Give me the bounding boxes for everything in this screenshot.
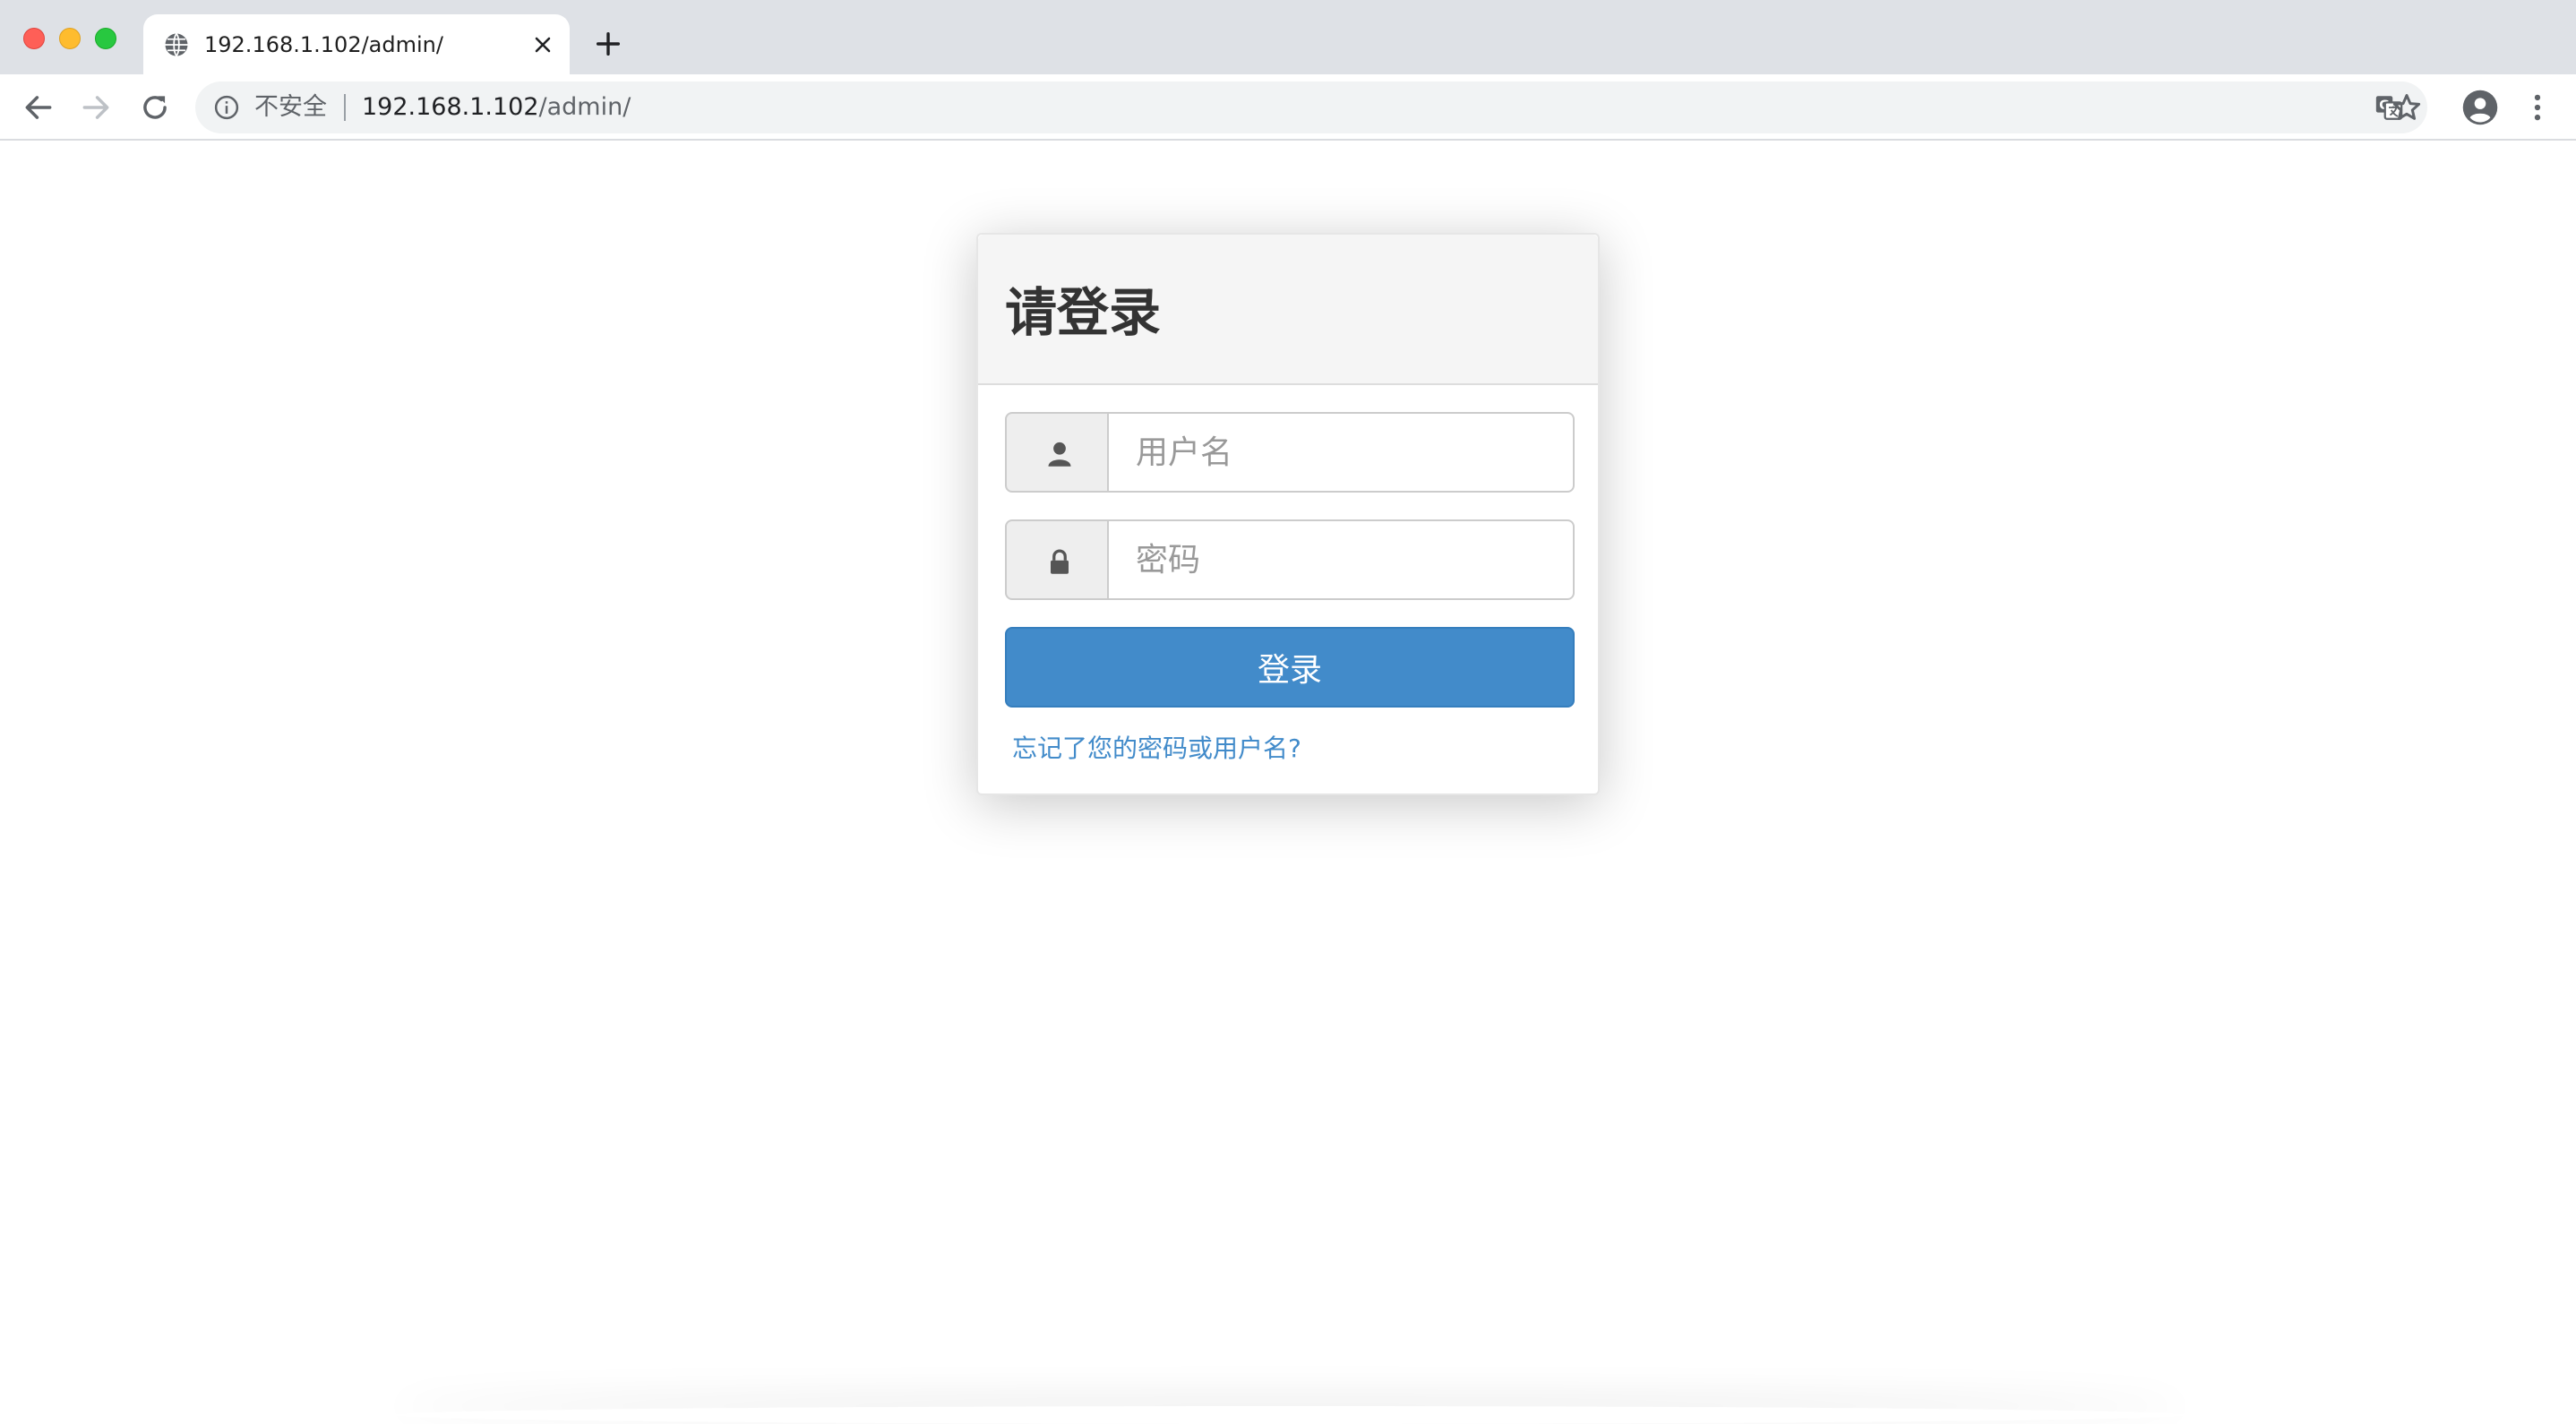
bookmark-star-icon[interactable]: [2390, 90, 2424, 124]
info-icon[interactable]: [213, 94, 240, 121]
panel-heading: 请登录: [978, 235, 1598, 385]
password-addon: [1005, 519, 1109, 600]
more-menu-icon[interactable]: [2524, 90, 2551, 124]
url-text[interactable]: 192.168.1.102/admin/: [362, 92, 631, 123]
user-icon: [1048, 442, 1071, 467]
browser-tab[interactable]: 192.168.1.102/admin/: [143, 14, 570, 74]
close-window-button[interactable]: [23, 28, 45, 49]
globe-icon: [165, 32, 188, 57]
password-input-group: [1005, 519, 1575, 600]
maximize-window-button[interactable]: [95, 28, 116, 49]
minimize-window-button[interactable]: [59, 28, 81, 49]
url-host: 192.168.1.102: [362, 93, 539, 121]
login-panel: 请登录 登录 忘记了您的密码或用户名?: [976, 233, 1600, 795]
profile-avatar-icon[interactable]: [2461, 89, 2499, 126]
footer-shadow: [394, 1406, 2185, 1424]
security-label: 不安全: [254, 93, 327, 121]
close-tab-icon[interactable]: [530, 32, 555, 57]
address-divider: [344, 94, 346, 121]
password-input[interactable]: [1107, 519, 1575, 600]
forgot-password-link[interactable]: 忘记了您的密码或用户名?: [1012, 733, 1301, 765]
browser-toolbar: 不安全 192.168.1.102/admin/ G: [0, 74, 2576, 141]
back-arrow-icon[interactable]: [21, 90, 56, 124]
url-path: /admin/: [538, 93, 631, 121]
username-input[interactable]: [1107, 412, 1575, 493]
new-tab-icon[interactable]: [593, 29, 623, 59]
address-bar[interactable]: 不安全 192.168.1.102/admin/ G: [195, 81, 2427, 133]
page-title: 请登录: [1005, 282, 1162, 343]
tab-title: 192.168.1.102/admin/: [204, 32, 443, 57]
login-button[interactable]: 登录: [1005, 627, 1575, 708]
username-addon: [1005, 412, 1109, 493]
page-content: 请登录 登录 忘记了您的密码或用户名?: [0, 141, 2576, 1415]
username-input-group: [1005, 412, 1575, 493]
forward-arrow-icon[interactable]: [79, 90, 113, 124]
reload-icon[interactable]: [138, 90, 172, 124]
browser-tab-bar: 192.168.1.102/admin/: [0, 0, 2576, 74]
lock-icon: [1051, 549, 1069, 574]
